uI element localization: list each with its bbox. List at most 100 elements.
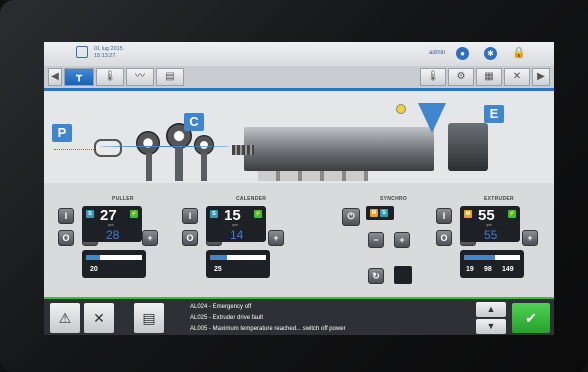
synchro-title: SYNCHRO [380,196,408,202]
extruder-gauge-value-3: 149 [502,266,514,273]
calender-title: CALENDER [236,196,267,202]
extruder-stop-button[interactable]: O [436,230,452,246]
product-line [54,149,94,150]
date-time: 01 lug 2015 15:13:27 [94,46,123,60]
puller-gauge-fill [86,255,100,260]
synchro-mode-m-icon: M [370,209,378,217]
extruder-unit-label[interactable]: E [484,105,504,123]
hopper [418,103,446,133]
machine-diagram: P C E [44,91,554,183]
puller-gauge: 20 [82,250,146,278]
extruder-speed-display: M 55 ⚡ rpm 55 [460,206,520,242]
tab-tools[interactable]: ✕ [504,68,530,86]
extruder-actual-speed: 55 [478,207,495,224]
extruder-motor [448,123,488,171]
extruder-gauge: 19 98 149 [460,250,524,278]
extruder-barrel [244,127,434,171]
extruder-mode-badge: M [464,210,472,218]
status-lamp [396,104,406,114]
extruder-gauge-fill [464,255,495,260]
gear-icon[interactable]: ✱ [484,47,497,60]
extruder-set-speed[interactable]: 55 [484,228,497,242]
puller-increase-button[interactable]: + [142,230,158,246]
tab-temperatures[interactable]: 🌡 [96,68,124,86]
puller-speed-display: S 27 ⚡ rpm 28 [82,206,142,242]
hmi-screen: 01 lug 2015 15:13:27 admin ● ✱ 🔒 ◀ ┳ 🌡 〰… [44,42,554,335]
synchro-mode-s-icon: S [380,209,388,217]
calender-set-speed[interactable]: 14 [230,228,243,242]
film-path [100,146,230,147]
calender-actual-speed: 15 [224,207,241,224]
tab-temp-settings[interactable]: 🌡 [420,68,446,86]
nav-left-button[interactable]: ◀ [48,68,62,86]
puller-unit-label[interactable]: P [52,124,72,142]
extruder-unit: rpm [486,223,493,227]
puller-mode-badge: S [86,210,94,218]
nav-right-button[interactable]: ▶ [532,68,550,86]
calender-leg [201,153,207,181]
alarm-message-3: AL005 - Maximum temperature reached... s… [190,326,346,332]
alarm-acknowledge-icon[interactable]: ✔ [512,303,550,333]
synchro-indicator [394,266,412,284]
device-bezel: 01 lug 2015 15:13:27 admin ● ✱ 🔒 ◀ ┳ 🌡 〰… [0,0,588,372]
calender-speed-display: S 15 ⚡ rpm 14 [206,206,266,242]
tab-drive-settings[interactable]: ⚙ [448,68,474,86]
puller-title: PULLER [112,196,134,202]
extruder-increase-button[interactable]: + [522,230,538,246]
puller-stop-button[interactable]: O [58,230,74,246]
calender-start-button[interactable]: I [182,208,198,224]
calender-gauge-bar [210,255,266,260]
time-text: 15:13:27 [94,53,116,59]
user-icon[interactable]: ● [456,47,469,60]
calender-increase-button[interactable]: + [268,230,284,246]
heater-bands [258,171,368,181]
alarm-message-1: AL024 - Emergency off [190,304,252,310]
puller-roll [94,139,122,157]
alarm-bar: ⚠ ✕ ▤ AL024 - Emergency off AL025 - Extr… [44,297,554,335]
extruder-screw [232,145,254,155]
synchro-increase-button[interactable]: + [394,232,410,248]
calender-stop-button[interactable]: O [182,230,198,246]
extruder-gauge-value-1: 19 [466,266,474,273]
alarm-history-icon[interactable]: ▤ [134,303,164,333]
calender-roll-3 [194,135,214,155]
puller-start-button[interactable]: I [58,208,74,224]
tab-io-settings[interactable]: ▦ [476,68,502,86]
lock-icon[interactable]: 🔒 [512,47,526,60]
tab-trends[interactable]: 〰 [126,68,154,86]
calender-mode-badge: S [210,210,218,218]
warning-icon[interactable]: ⚠ [50,303,80,333]
date-text: 01 lug 2015 [94,46,123,52]
calender-unit-label[interactable]: C [184,113,204,131]
tab-recipes[interactable]: ▤ [156,68,184,86]
puller-set-speed[interactable]: 28 [106,228,119,242]
extruder-title: EXTRUDER [484,196,514,202]
puller-actual-speed: 27 [100,207,117,224]
synchro-power-button[interactable]: ⏻ [342,208,360,226]
puller-gauge-bar [86,255,142,260]
calender-leg [175,147,183,181]
navigation-tabs: ◀ ┳ 🌡 〰 ▤ 🌡 ⚙ ▦ ✕ ▶ [44,66,554,91]
synchro-decrease-button[interactable]: − [368,232,384,248]
alarm-scroll-up-button[interactable]: ▲ [476,302,506,317]
puller-gauge-value: 20 [90,266,98,273]
calender-leg [146,153,152,181]
extruder-power-icon: ⚡ [508,210,516,218]
status-bar: 01 lug 2015 15:13:27 admin ● ✱ 🔒 [44,42,554,66]
extruder-start-button[interactable]: I [436,208,452,224]
calender-roll-1 [136,131,160,155]
synchro-status-display: M S [366,206,394,220]
user-name: admin [429,50,446,56]
tab-line-overview[interactable]: ┳ [64,68,94,86]
synchro-refresh-button[interactable]: ↻ [368,268,384,284]
calender-gauge-value: 25 [214,266,222,273]
alarm-mute-icon[interactable]: ✕ [84,303,114,333]
alarm-scroll-down-button[interactable]: ▼ [476,319,506,334]
calendar-icon [76,46,88,58]
calender-unit: rpm [232,223,239,227]
puller-power-icon: ⚡ [130,210,138,218]
calender-power-icon: ⚡ [254,210,262,218]
calender-gauge-fill [210,255,227,260]
alarm-message-2: AL025 - Extruder drive fault [190,315,264,321]
puller-unit: rpm [108,223,115,227]
